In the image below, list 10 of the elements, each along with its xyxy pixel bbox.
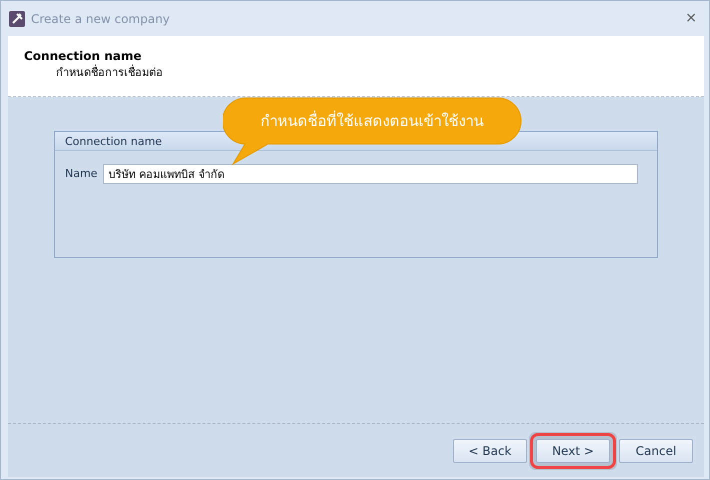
wizard-button[interactable]: Cancel bbox=[619, 438, 693, 462]
wizard-button[interactable]: < Back bbox=[453, 438, 527, 462]
app-icon bbox=[9, 10, 25, 26]
name-field[interactable]: บริษัท คอมแพทบิส จำกัด bbox=[103, 164, 638, 184]
close-button[interactable]: ⨯ bbox=[681, 8, 701, 29]
window-title: Create a new company bbox=[31, 10, 170, 28]
header-subtitle: กำหนดชื่อการเชื่อมต่อ bbox=[55, 65, 164, 81]
field-label: Name bbox=[65, 166, 98, 182]
header-title: Connection name bbox=[24, 48, 142, 64]
callout-text: กำหนดชื่อที่ใช้แสดงตอนเข้าใช้งาน bbox=[260, 110, 484, 132]
